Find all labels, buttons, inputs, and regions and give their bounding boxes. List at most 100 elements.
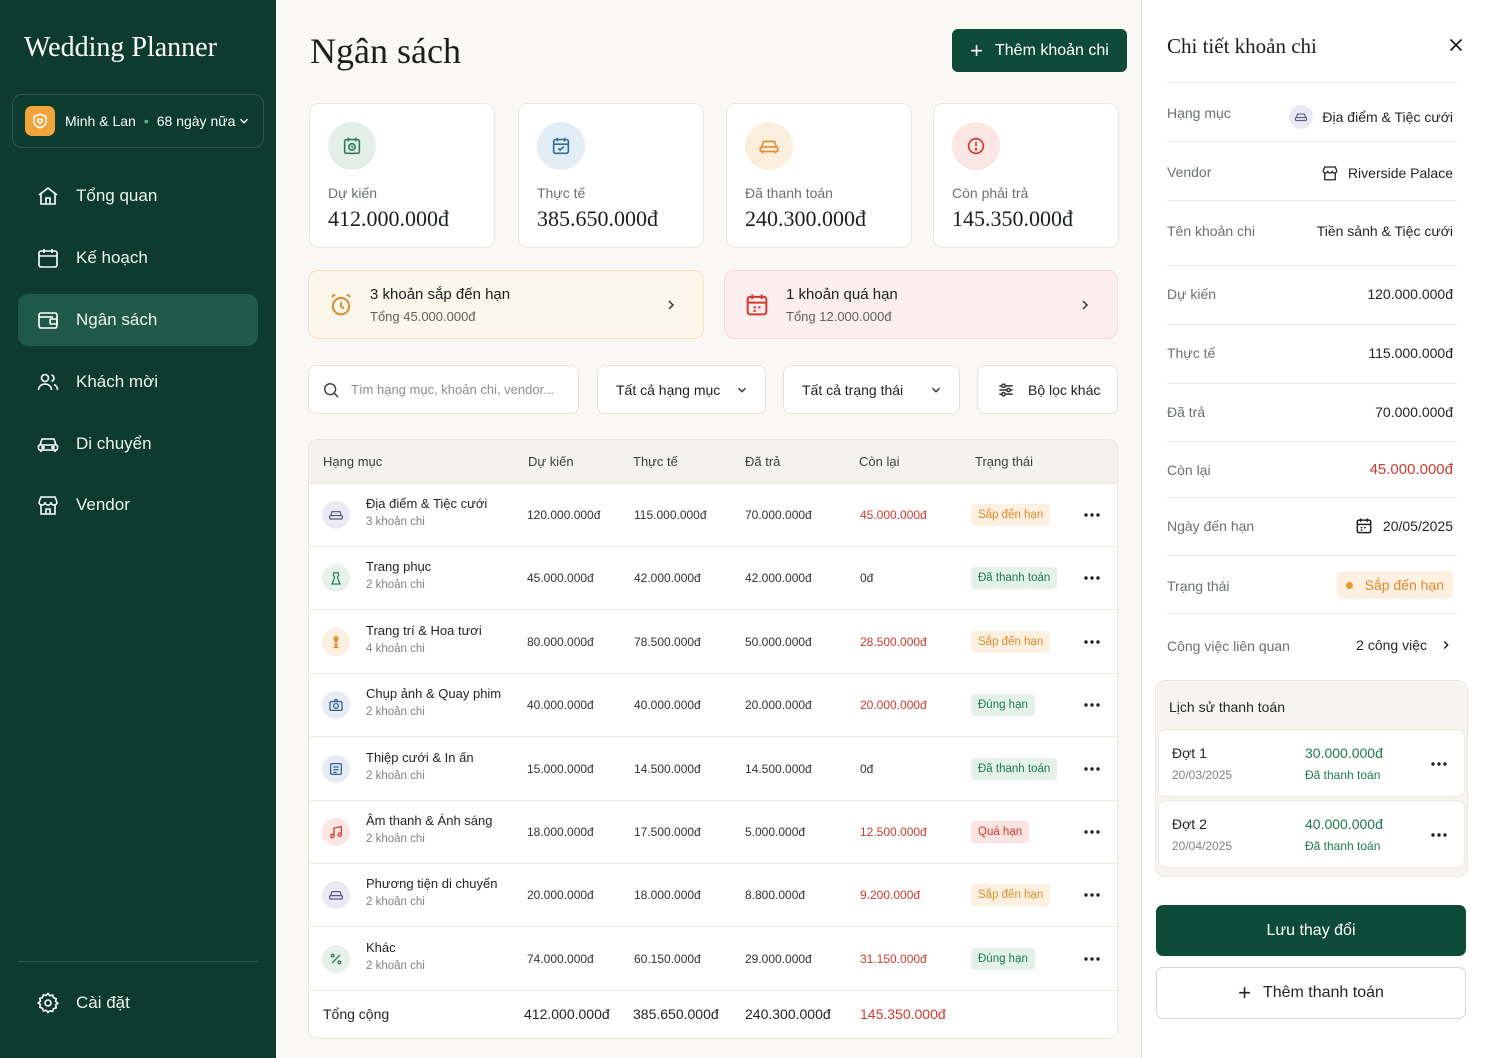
remaining-cell: 20.000.000đ <box>860 698 927 713</box>
nav-item-settings[interactable]: Cài đặt <box>18 977 258 1029</box>
summary-label: Dự kiến <box>328 185 378 201</box>
paid-cell: 8.800.000đ <box>745 888 806 903</box>
detail-due-row[interactable]: Ngày đến hạn 20/05/2025 <box>1167 497 1457 555</box>
more-icon[interactable] <box>1082 696 1102 714</box>
column-header[interactable]: Còn lại <box>859 454 899 469</box>
add-expense-button[interactable]: + Thêm khoản chi <box>952 29 1127 72</box>
category-name: Khác <box>366 939 396 955</box>
calendar-alert-icon <box>743 291 771 319</box>
summary-card-planned: Dự kiến 412.000.000đ <box>309 103 495 248</box>
users-icon <box>36 370 60 394</box>
couple-names: Minh & Lan <box>65 113 136 129</box>
detail-actual-row[interactable]: Thực tế 115.000.000đ <box>1167 324 1457 382</box>
close-icon[interactable] <box>1445 34 1467 56</box>
payment-name: Đợt 2 <box>1172 816 1207 832</box>
overdue-alert[interactable]: 1 khoản quá hạn Tổng 12.000.000đ <box>724 270 1118 339</box>
remaining-cell: 45.000.000đ <box>860 508 927 522</box>
more-icon[interactable] <box>1082 506 1102 524</box>
add-payment-button[interactable]: + Thêm thanh toán <box>1156 967 1466 1019</box>
plus-icon: + <box>1238 980 1251 1005</box>
category-name: Thiệp cưới & In ấn <box>366 749 474 765</box>
summary-value: 240.300.000đ <box>745 206 866 231</box>
total-actual: 385.650.000đ <box>633 1006 719 1022</box>
nav-item-vendor[interactable]: Vendor <box>18 479 258 531</box>
nav-item-overview[interactable]: Tổng quan <box>18 170 258 222</box>
nav-item-guests[interactable]: Khách mời <box>18 356 258 408</box>
payment-item[interactable]: Đợt 2 20/04/2025 40.000.000đ Đã thanh to… <box>1158 800 1465 868</box>
summary-card-paid: Đã thanh toán 240.300.000đ <box>726 103 912 248</box>
category-count: 2 khoản chi <box>366 706 425 719</box>
more-icon[interactable] <box>1429 756 1449 772</box>
column-header[interactable]: Dự kiến <box>528 454 574 469</box>
payment-name: Đợt 1 <box>1172 745 1207 761</box>
category-filter[interactable]: Tất cả hạng mục <box>597 365 766 414</box>
chevron-right-icon <box>663 297 679 313</box>
planned-value: 120.000.000đ <box>1367 286 1453 302</box>
history-title: Lịch sử thanh toán <box>1169 699 1286 715</box>
nav-item-transport[interactable]: Di chuyển <box>18 418 258 470</box>
detail-planned-row[interactable]: Dự kiến 120.000.000đ <box>1167 265 1457 323</box>
upcoming-alert[interactable]: 3 khoản sắp đến hạn Tổng 45.000.000đ <box>308 270 704 339</box>
more-icon[interactable] <box>1082 633 1102 651</box>
table-row[interactable]: Âm thanh & Ánh sáng 2 khoản chi 18.000.000… <box>309 801 1117 864</box>
search-input[interactable]: Tìm hạng mục, khoản chi, vendor... <box>308 365 579 414</box>
nav-item-plan[interactable]: Kế hoạch <box>18 232 258 284</box>
table-row[interactable]: Thiệp cưới & In ấn 2 khoản chi 15.000.000đ… <box>309 738 1117 801</box>
remaining-value: 45.000.000đ <box>1369 461 1453 478</box>
status-badge: Quá hạn <box>971 821 1030 843</box>
actual-cell: 18.000.000đ <box>634 888 701 903</box>
status-badge[interactable]: Sắp đến hạn <box>1336 571 1453 599</box>
table-row[interactable]: Trang phục 2 khoản chi 45.000.000đ 42.000.0… <box>309 547 1117 611</box>
planned-cell: 80.000.000đ <box>527 634 594 649</box>
couple-selector[interactable]: Minh & Lan • 68 ngày nữa <box>12 94 264 148</box>
more-filters-button[interactable]: Bộ lọc khác <box>977 365 1118 414</box>
detail-category-row[interactable]: Hạng mục Địa điểm & Tiệc cưới <box>1167 82 1457 140</box>
more-icon[interactable] <box>1082 569 1102 587</box>
detail-paid-row[interactable]: Đã trả 70.000.000đ <box>1167 383 1457 441</box>
planned-cell: 74.000.000đ <box>527 951 594 966</box>
main-content: Ngân sách + Thêm khoản chi Dự kiến 412.0… <box>276 0 1141 1058</box>
store-icon <box>36 493 60 517</box>
more-icon[interactable] <box>1082 886 1102 904</box>
table-row[interactable]: Phương tiện di chuyển 2 khoản chi 20.000.0… <box>309 864 1117 928</box>
more-icon[interactable] <box>1082 760 1102 778</box>
detail-status-row[interactable]: Trạng thái Sắp đến hạn <box>1167 555 1457 613</box>
car-icon <box>322 881 350 910</box>
column-header[interactable]: Hạng mục <box>323 454 382 469</box>
camera-icon <box>322 691 350 720</box>
calendar-check-icon <box>537 122 585 170</box>
summary-label: Còn phải trả <box>952 185 1029 201</box>
detail-tasks-row[interactable]: Công việc liên quan 2 công việc <box>1167 613 1457 671</box>
paid-value: 70.000.000đ <box>1375 404 1453 420</box>
category-count: 2 khoản chi <box>366 833 425 845</box>
table-total-row: Tổng cộng 412.000.000đ 385.650.000đ 240.… <box>309 988 1117 1038</box>
alert-clock-icon <box>952 122 1000 170</box>
column-header[interactable]: Thực tế <box>633 454 678 469</box>
table-row[interactable]: Chụp ảnh & Quay phim 2 khoản chi 40.000.00… <box>309 674 1117 738</box>
plus-icon: + <box>970 37 983 63</box>
status-filter[interactable]: Tất cả trạng thái <box>783 365 960 414</box>
table-row[interactable]: Khác 2 khoản chi 74.000.000đ 60.150.000đ 29.… <box>309 928 1117 991</box>
planned-cell: 45.000.000đ <box>527 571 594 586</box>
table-row[interactable]: Trang trí & Hoa tươi 4 khoản chi 80.000.00… <box>309 611 1117 674</box>
payment-item[interactable]: Đợt 1 20/03/2025 30.000.000đ Đã thanh to… <box>1158 729 1465 797</box>
summary-label: Thực tế <box>537 185 586 201</box>
nav-item-budget[interactable]: Ngân sách <box>18 294 258 346</box>
detail-name-row[interactable]: Tên khoản chi Tiền sảnh & Tiệc cưới <box>1167 200 1457 258</box>
tasks-value: 2 công việc <box>1356 637 1427 653</box>
detail-vendor-row[interactable]: Vendor Riverside Palace <box>1167 141 1457 199</box>
column-header[interactable]: Trạng thái <box>975 454 1033 469</box>
table-row[interactable]: Địa điểm & Tiệc cưới 3 khoản chi 120.000.0… <box>309 484 1117 547</box>
more-icon[interactable] <box>1082 950 1102 968</box>
summary-value: 145.350.000đ <box>952 206 1073 231</box>
nav-label: Ngân sách <box>76 310 158 329</box>
more-icon[interactable] <box>1082 823 1102 841</box>
save-button[interactable]: Lưu thay đổi <box>1156 905 1466 956</box>
vendor-value: Riverside Palace <box>1347 165 1453 181</box>
alarm-clock-icon <box>327 291 355 319</box>
column-header[interactable]: Đã trả <box>745 454 780 469</box>
chevron-down-icon <box>929 383 943 397</box>
gear-icon <box>36 991 60 1015</box>
more-icon[interactable] <box>1429 827 1449 843</box>
category-count: 4 khoản chi <box>366 642 425 655</box>
